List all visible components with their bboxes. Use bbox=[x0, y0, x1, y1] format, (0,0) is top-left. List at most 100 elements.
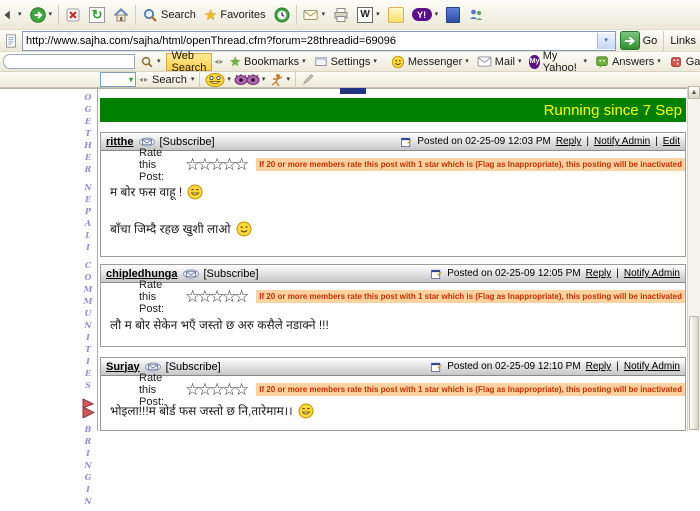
smiley-search-button[interactable]: Search ▾ bbox=[152, 74, 194, 86]
pm-envelope-icon[interactable] bbox=[145, 362, 161, 372]
subscribe-link[interactable]: [Subscribe] bbox=[204, 268, 259, 280]
notify-admin-link[interactable]: Notify Admin bbox=[594, 136, 650, 147]
yahoo-services-button[interactable]: Y! ▾ bbox=[408, 2, 443, 28]
stop-button[interactable] bbox=[61, 2, 85, 28]
content-left-border bbox=[97, 89, 98, 431]
mail-icon bbox=[303, 7, 319, 23]
eyes-button[interactable]: ▾ bbox=[234, 73, 266, 86]
dancer-button[interactable]: ▾ bbox=[268, 73, 290, 87]
back-icon bbox=[1, 8, 15, 22]
notes-button[interactable] bbox=[384, 2, 408, 28]
my-yahoo-button[interactable]: My My Yahoo! ▾ bbox=[526, 53, 590, 71]
favorites-button-label: Favorites bbox=[220, 9, 265, 21]
messenger-button[interactable]: Messenger ▾ bbox=[388, 53, 472, 71]
go-button-label: Go bbox=[643, 35, 658, 47]
web-search-button[interactable]: Web Search bbox=[166, 53, 213, 71]
games-icon bbox=[669, 55, 683, 69]
settings-icon bbox=[314, 55, 328, 69]
yahoo-toolbar: ▾ Web Search ◂▸ ★ Bookmarks ▾ Settings ▾… bbox=[0, 52, 700, 72]
word-dropdown-icon[interactable]: ▾ bbox=[376, 11, 380, 18]
answers-icon bbox=[595, 55, 609, 69]
back-dropdown-icon[interactable]: ▾ bbox=[18, 11, 22, 18]
favorites-star-icon: ★ bbox=[204, 6, 217, 24]
yahoo-search-scope-button[interactable]: ▾ bbox=[137, 53, 164, 71]
vertical-scrollbar[interactable]: ▲ bbox=[687, 86, 700, 431]
posted-timestamp: Posted on 02-25-09 12:03 PM bbox=[417, 136, 550, 147]
forward-button[interactable]: ▾ bbox=[26, 2, 57, 28]
bookmarks-star-icon: ★ bbox=[229, 54, 241, 70]
pm-envelope-icon[interactable] bbox=[183, 269, 199, 279]
post-text-line: लौ म बोर सेकेन भएँ जस्तो छ अरु कसैले नडा… bbox=[110, 316, 329, 333]
reply-link[interactable]: Reply bbox=[586, 268, 612, 279]
scroll-up-button[interactable]: ▲ bbox=[688, 86, 700, 99]
reply-link[interactable]: Reply bbox=[556, 136, 582, 147]
post-author-link[interactable]: ritthe bbox=[106, 136, 134, 148]
post-text-line: बाँचा जिम्दै रहछ खुशी लाओ bbox=[110, 220, 252, 237]
pm-envelope-icon[interactable] bbox=[139, 137, 155, 147]
messenger-label: Messenger bbox=[408, 56, 462, 68]
logo-remnant bbox=[340, 88, 366, 94]
word-discuss-button[interactable]: W ▾ bbox=[353, 2, 384, 28]
history-button[interactable] bbox=[270, 2, 294, 28]
messenger-buddy-button[interactable] bbox=[464, 2, 488, 28]
posted-info: Posted on 02-25-09 12:03 PM Reply | Noti… bbox=[400, 136, 680, 148]
posted-note-icon bbox=[430, 361, 442, 373]
rating-stars[interactable]: ☆☆☆☆☆ bbox=[185, 156, 246, 173]
rating-stars[interactable]: ☆☆☆☆☆ bbox=[185, 288, 246, 305]
post-text-line: भोइला!!!म बोर्ड फस जस्तो छ नि,तारेमाम।। bbox=[110, 402, 314, 419]
notify-admin-link[interactable]: Notify Admin bbox=[624, 361, 680, 372]
reply-link[interactable]: Reply bbox=[586, 361, 612, 372]
address-dropdown-button[interactable]: ▾ bbox=[597, 33, 615, 49]
mail-dropdown-icon: ▾ bbox=[518, 58, 522, 65]
toolbar-arrows-icon: ◂▸ bbox=[139, 75, 149, 84]
select-dropdown-icon: ▾ bbox=[129, 75, 133, 84]
vertical-motto-word: NEPALI bbox=[84, 182, 92, 254]
eyes-dropdown-icon: ▾ bbox=[262, 76, 266, 83]
home-button[interactable] bbox=[109, 2, 133, 28]
yahoo-dropdown-icon[interactable]: ▾ bbox=[435, 11, 439, 18]
post-author-link[interactable]: Surjay bbox=[106, 361, 140, 373]
answers-button[interactable]: Answers ▾ bbox=[592, 53, 664, 71]
settings-button[interactable]: Settings ▾ bbox=[311, 53, 380, 71]
forward-dropdown-icon[interactable]: ▾ bbox=[49, 11, 53, 18]
rate-label: Rate this Post: bbox=[139, 147, 180, 183]
smiley-select[interactable]: ▾ bbox=[100, 72, 136, 87]
edit-link[interactable]: Edit bbox=[663, 136, 680, 147]
bookmarks-label: Bookmarks bbox=[244, 56, 299, 68]
address-input[interactable] bbox=[23, 35, 597, 47]
links-label[interactable]: Links bbox=[670, 35, 696, 47]
vertical-motto: OGETHER NEPALI COMMUNITIES BRINGIN bbox=[80, 89, 96, 511]
rating-stars[interactable]: ☆☆☆☆☆ bbox=[185, 381, 246, 398]
refresh-icon: ↻ bbox=[89, 7, 105, 23]
answers-label: Answers bbox=[612, 56, 654, 68]
post-text: भोइला!!!म बोर्ड फस जस्तो छ नि,तारेमाम।। bbox=[110, 402, 293, 419]
go-button[interactable]: Go bbox=[620, 31, 658, 50]
big-smiley-button[interactable]: ▾ bbox=[205, 73, 231, 87]
post-text: लौ म बोर सेकेन भएँ जस्तो छ अरु कसैले नडा… bbox=[110, 316, 329, 333]
bookmarks-button[interactable]: ★ Bookmarks ▾ bbox=[226, 53, 308, 71]
mail-button[interactable]: ▾ bbox=[299, 2, 330, 28]
scrollbar-thumb[interactable] bbox=[689, 316, 699, 430]
games-button[interactable]: Games ▾ bbox=[666, 53, 700, 71]
search-button[interactable]: Search bbox=[138, 2, 200, 28]
home-icon bbox=[113, 7, 129, 23]
refresh-button[interactable]: ↻ bbox=[85, 2, 109, 28]
pencil-icon[interactable] bbox=[301, 73, 315, 86]
scroll-up-icon: ▲ bbox=[691, 89, 698, 96]
yahoo-search-input[interactable] bbox=[3, 54, 135, 69]
rate-row: Rate this Post: ☆☆☆☆☆ If 20 or more memb… bbox=[139, 379, 685, 400]
grin-smiley-icon bbox=[298, 403, 314, 419]
print-button[interactable] bbox=[329, 2, 353, 28]
back-button[interactable]: ▾ bbox=[1, 2, 26, 28]
page-icon bbox=[4, 34, 18, 48]
favorites-button[interactable]: ★ Favorites bbox=[200, 2, 270, 28]
toolbar-separator bbox=[135, 5, 136, 25]
rate-warning: If 20 or more members rate this post wit… bbox=[256, 290, 685, 303]
page-content: OGETHER NEPALI COMMUNITIES BRINGIN Runni… bbox=[0, 88, 700, 430]
research-button[interactable] bbox=[442, 2, 464, 28]
mail-dropdown-icon[interactable]: ▾ bbox=[322, 11, 326, 18]
yahoo-mail-button[interactable]: Mail ▾ bbox=[474, 53, 525, 71]
notify-admin-link[interactable]: Notify Admin bbox=[624, 268, 680, 279]
vertical-motto-word: COMMUNITIES bbox=[84, 260, 92, 392]
settings-label: Settings bbox=[331, 56, 371, 68]
